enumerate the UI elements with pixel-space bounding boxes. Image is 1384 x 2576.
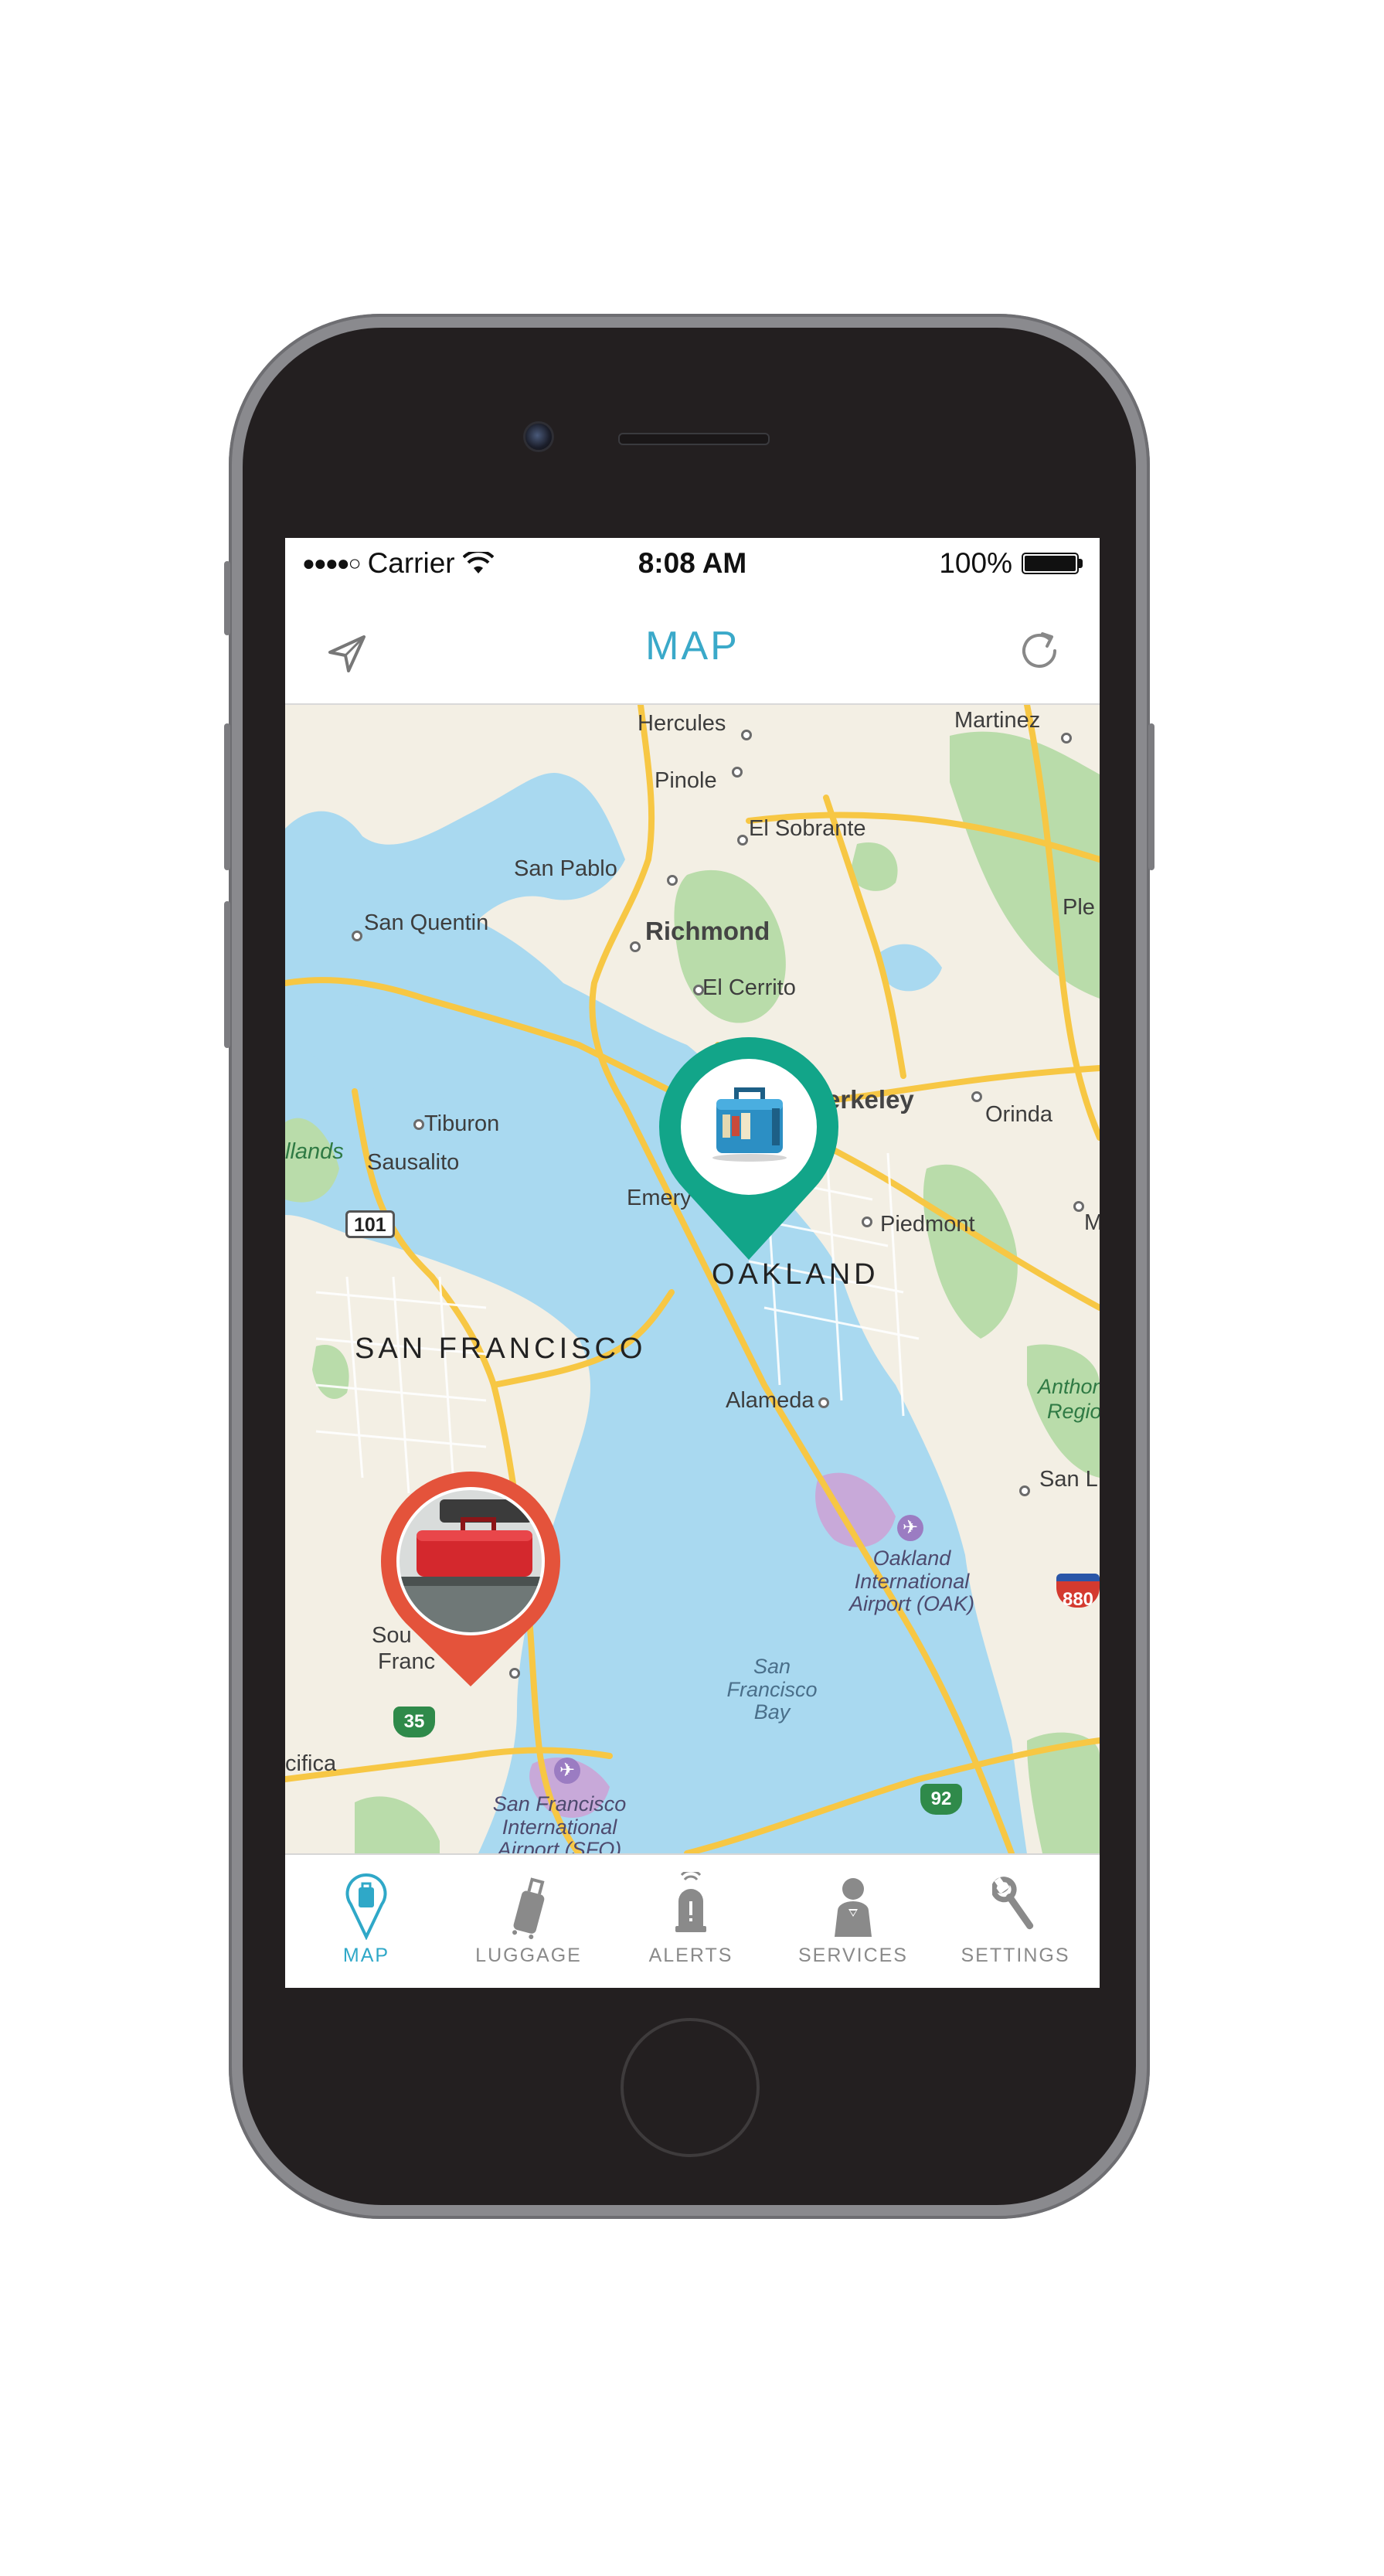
map-label-alameda: Alameda	[726, 1388, 814, 1413]
volume-down-button	[224, 901, 230, 1048]
map-place-dot	[1073, 1201, 1084, 1212]
reservoir	[880, 944, 942, 992]
blue-suitcase-icon	[712, 1087, 787, 1162]
map-place-dot	[741, 730, 752, 740]
map-place-dot	[1019, 1485, 1030, 1496]
map-label-region: Regio	[1047, 1400, 1100, 1423]
power-button	[1148, 723, 1154, 870]
map-label-el-cerrito: El Cerrito	[702, 975, 796, 1000]
teal-pin-shape	[659, 1037, 838, 1260]
highway-shield-101: 101	[345, 1210, 395, 1238]
map-label-pinole: Pinole	[655, 768, 717, 793]
map-place-dot	[971, 1091, 982, 1102]
tab-bar: MAP LUGGAGE ALERTS SERVICES SETTINGS	[285, 1853, 1100, 1988]
app-screen: ●●●●○ Carrier 8:08 AM 100% MAP Hercules …	[285, 538, 1100, 1988]
tab-luggage[interactable]: LUGGAGE	[447, 1855, 610, 1988]
map-place-dot	[667, 875, 678, 886]
map-label-hercules: Hercules	[638, 711, 726, 736]
wrench-icon	[992, 1877, 1034, 1930]
map-place-dot	[352, 931, 362, 941]
map-label-martinez: Martinez	[954, 708, 1041, 733]
map-label-sf-bay: San Francisco Bay	[726, 1655, 818, 1724]
map-place-dot	[818, 1397, 829, 1408]
map-label-sausalito: Sausalito	[367, 1150, 460, 1175]
map-label-antioch: Anthon	[1038, 1375, 1100, 1398]
earpiece-speaker	[618, 433, 770, 445]
mute-switch	[224, 561, 230, 635]
page-title: MAP	[645, 624, 740, 669]
tab-label-services: SERVICES	[798, 1945, 908, 1966]
park-area	[950, 731, 1100, 999]
map-label-san-francisco: SAN FRANCISCO	[355, 1332, 647, 1365]
nav-bar: MAP	[285, 592, 1100, 705]
highway-shield-35: 35	[393, 1707, 435, 1737]
map-view[interactable]: Hercules Martinez Pinole El Sobrante San…	[285, 705, 1100, 1853]
tab-map[interactable]: MAP	[285, 1855, 447, 1988]
tab-label-alerts: ALERTS	[648, 1945, 733, 1966]
map-place-dot	[693, 985, 704, 995]
map-label-tiburon: Tiburon	[424, 1111, 500, 1136]
highway-shield-880: 880	[1056, 1574, 1100, 1610]
map-label-san-pablo: San Pablo	[514, 856, 617, 881]
map-place-dot	[737, 835, 748, 846]
concierge-person-icon	[835, 1878, 872, 1937]
park-area	[312, 1345, 349, 1400]
sfo-airplane-icon: ✈	[554, 1758, 580, 1784]
map-label-san-quentin: San Quentin	[364, 910, 489, 935]
status-bar: ●●●●○ Carrier 8:08 AM 100%	[285, 538, 1100, 592]
bell-alert-icon	[675, 1872, 706, 1932]
tab-label-luggage: LUGGAGE	[475, 1945, 582, 1966]
map-label-islands: llands	[285, 1139, 344, 1164]
map-place-dot	[732, 767, 743, 778]
tab-label-settings: SETTINGS	[961, 1945, 1070, 1966]
map-label-el-sobrante: El Sobrante	[749, 816, 866, 841]
tab-settings[interactable]: SETTINGS	[934, 1855, 1097, 1988]
map-label-san-leandro: San L	[1039, 1467, 1098, 1492]
map-place-dot	[413, 1119, 424, 1130]
suitcase-icon	[512, 1877, 545, 1940]
battery-percent: 100%	[939, 547, 1012, 579]
map-label-pacifica: cifica	[285, 1751, 337, 1776]
map-label-m-edge: M	[1084, 1210, 1100, 1235]
front-camera	[525, 424, 552, 450]
battery-icon	[1022, 553, 1079, 574]
park-area	[355, 1796, 440, 1853]
teal-luggage-pin[interactable]	[656, 1034, 842, 1266]
battery-tip	[1079, 559, 1083, 568]
refresh-icon[interactable]	[1016, 628, 1063, 674]
red-pin-shape	[381, 1472, 560, 1686]
red-luggage-pin[interactable]	[378, 1468, 563, 1693]
map-place-dot	[1061, 733, 1072, 744]
map-label-oakland-airport: Oakland International Airport (OAK)	[848, 1547, 975, 1616]
map-label-sfo: San Francisco International Airport (SFO…	[492, 1792, 627, 1853]
map-label-piedmont: Piedmont	[880, 1212, 975, 1237]
map-label-pleasant: Ple	[1063, 895, 1095, 920]
map-place-dot	[630, 941, 641, 952]
map-pin-luggage-icon	[345, 1873, 387, 1940]
map-place-dot	[862, 1217, 872, 1227]
home-button[interactable]	[621, 2018, 760, 2157]
volume-up-button	[224, 723, 230, 870]
oak-airplane-icon: ✈	[897, 1515, 923, 1541]
tab-label-map: MAP	[342, 1945, 390, 1966]
tab-alerts[interactable]: ALERTS	[610, 1855, 772, 1988]
tab-services[interactable]: SERVICES	[772, 1855, 934, 1988]
highway-shield-92: 92	[920, 1784, 962, 1815]
map-label-richmond: Richmond	[645, 917, 770, 945]
map-label-orinda: Orinda	[985, 1102, 1053, 1127]
